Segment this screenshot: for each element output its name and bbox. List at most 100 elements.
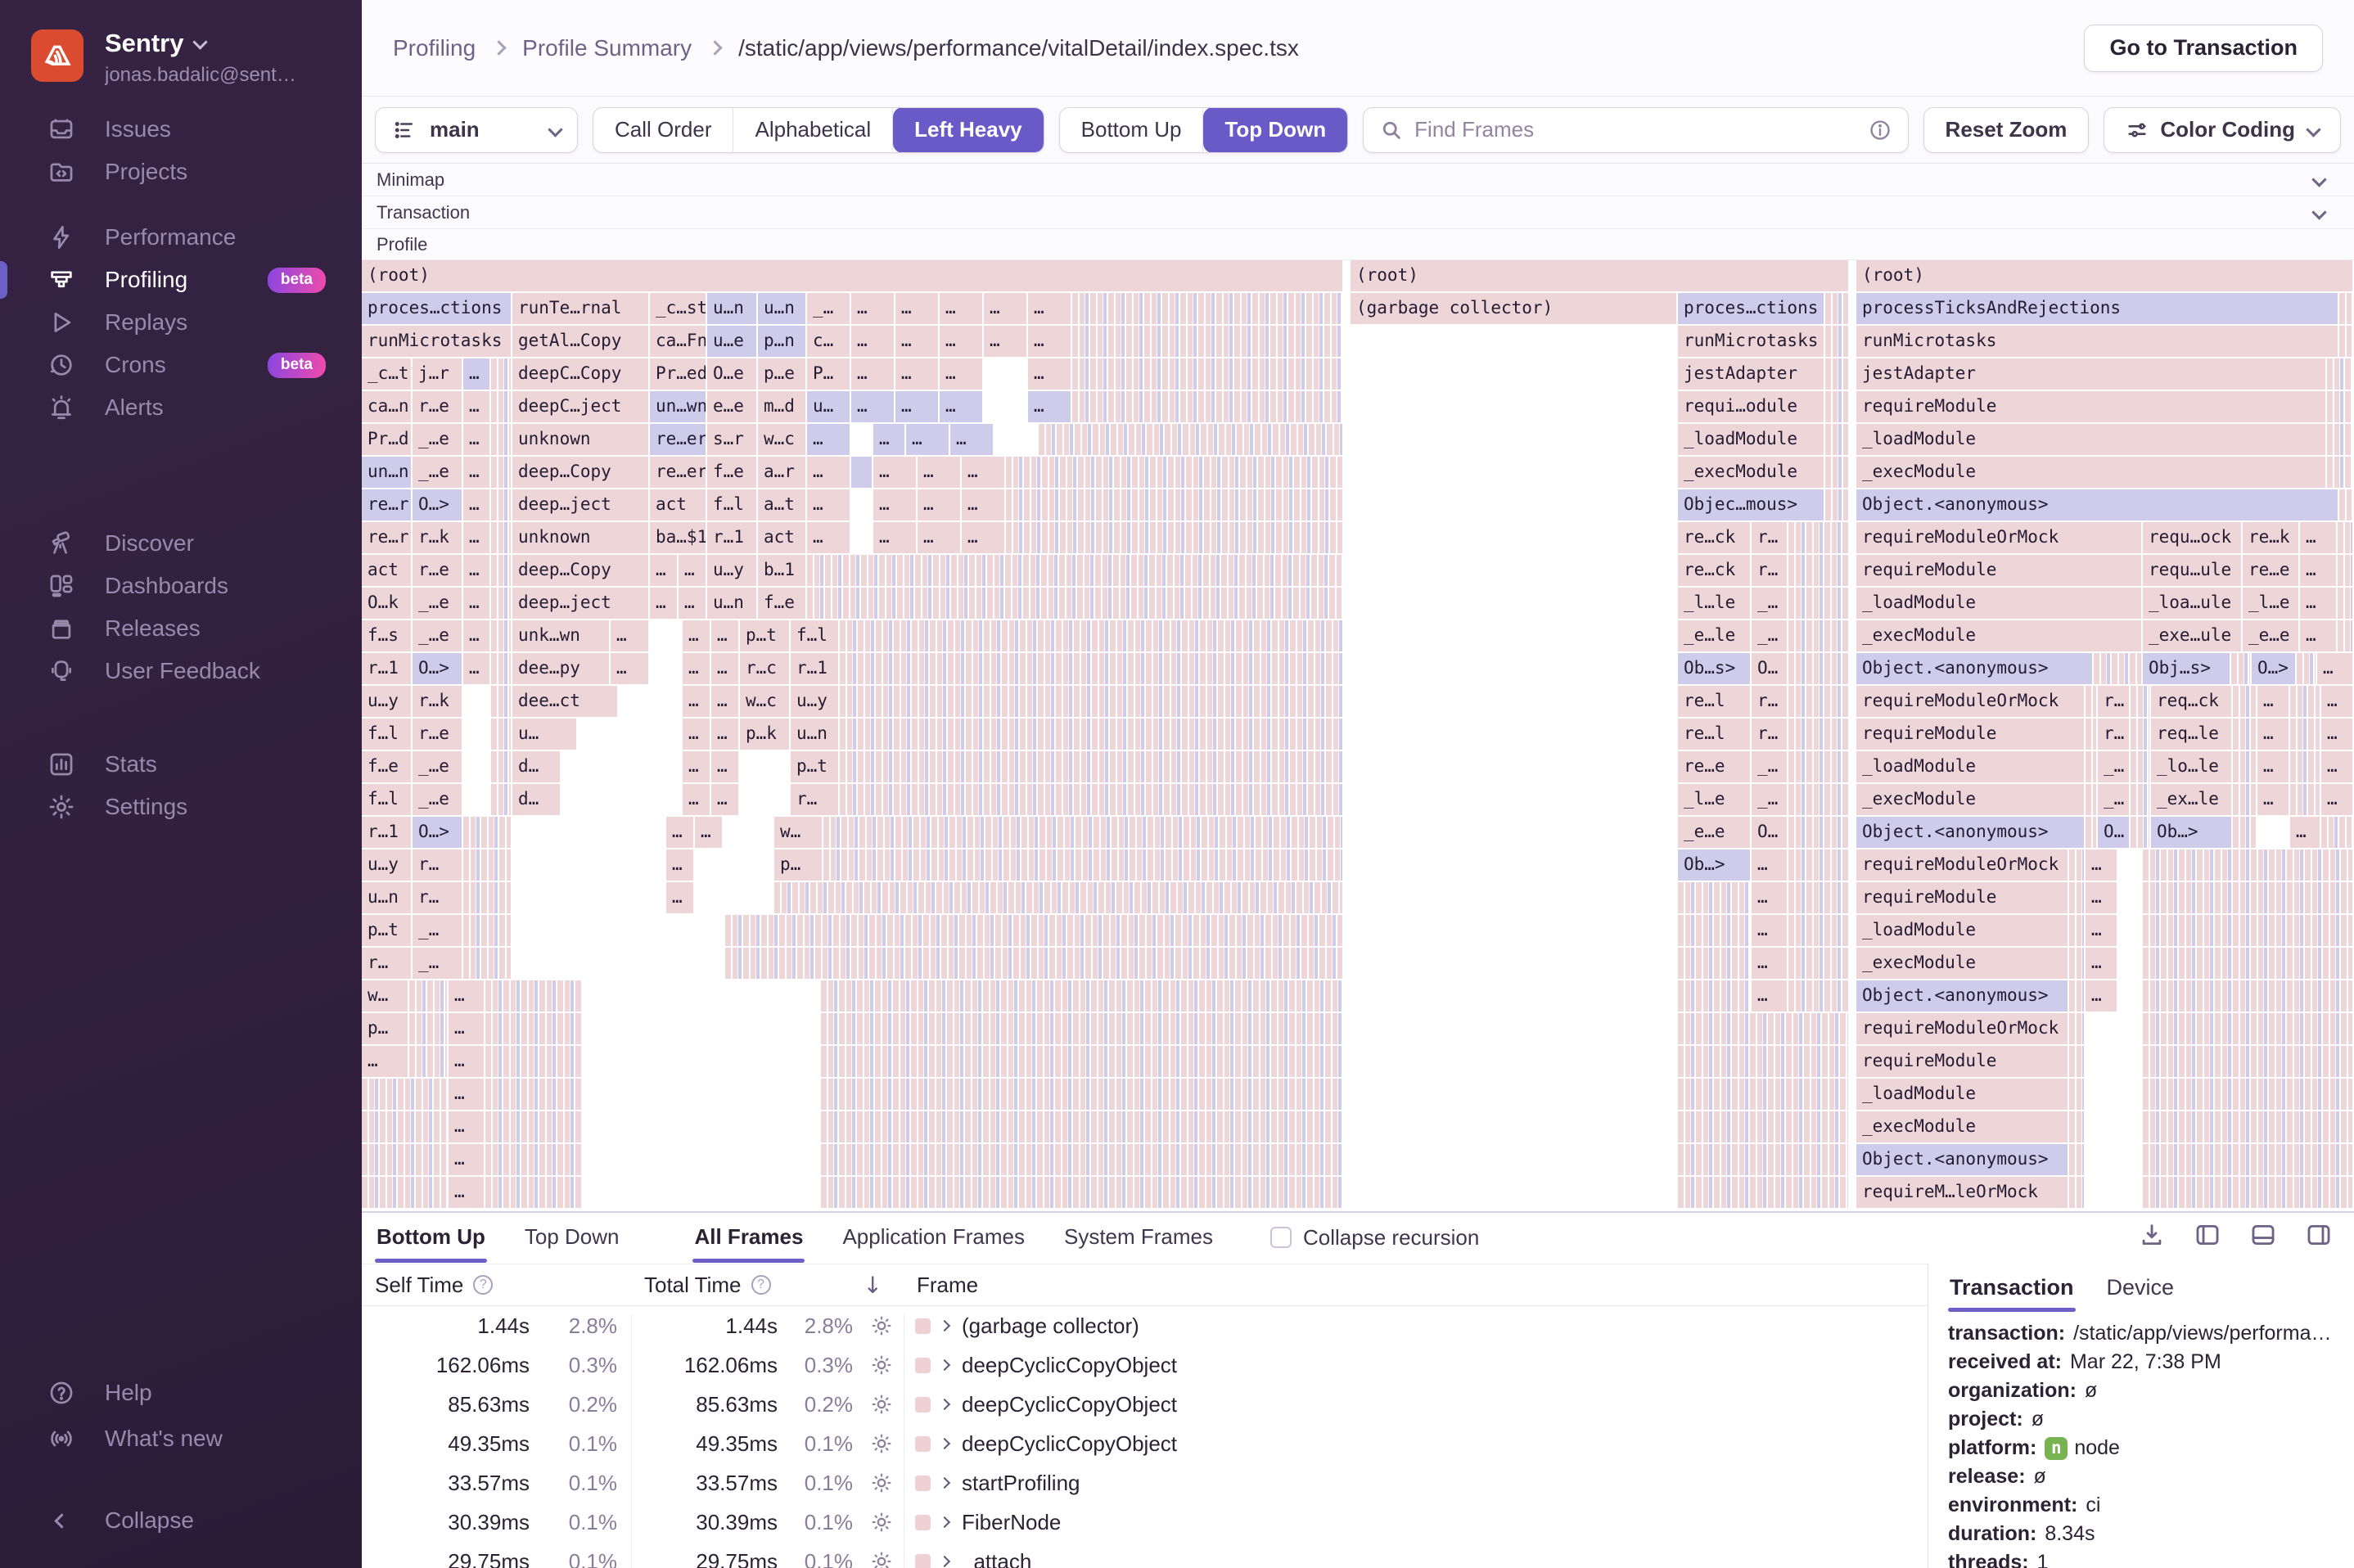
flame-frame[interactable]: Obj…s>	[2143, 653, 2230, 684]
flame-frame[interactable]: _…	[1752, 784, 1787, 815]
flame-frame[interactable]: O…e	[707, 358, 756, 390]
flame-frame[interactable]: deep…ject	[512, 489, 648, 520]
flame-frame[interactable]: r…	[2098, 719, 2129, 750]
search-info-icon[interactable]	[1869, 119, 1892, 142]
flame-frames-cluster[interactable]	[1678, 882, 1750, 913]
flame-frames-cluster[interactable]	[1072, 391, 1342, 422]
flame-frame[interactable]: …	[1752, 948, 1787, 979]
flame-frame[interactable]: deepC…Copy	[512, 358, 648, 390]
flame-frame[interactable]: _…e	[413, 620, 462, 651]
expand-chevron-icon[interactable]	[938, 1516, 951, 1529]
frame-table-row[interactable]: 30.39ms 0.1% 30.39ms 0.1% FiberNode	[362, 1503, 1928, 1542]
flame-frames-cluster[interactable]	[2297, 653, 2316, 684]
flame-frame[interactable]: u…e	[707, 326, 756, 357]
flame-frame[interactable]: …	[449, 1177, 484, 1208]
flame-frame[interactable]: requireModuleOrMock	[1856, 686, 2084, 717]
flame-frame[interactable]: d…	[512, 751, 560, 782]
flame-frames-cluster[interactable]	[840, 686, 1342, 717]
flame-frames-cluster[interactable]	[491, 391, 511, 422]
flame-frames-cluster[interactable]	[2069, 1144, 2084, 1175]
flame-frame[interactable]: re…e	[2243, 555, 2298, 586]
flame-frame[interactable]: …	[2086, 882, 2117, 913]
flame-frame[interactable]: Ob…>	[2151, 817, 2231, 848]
flame-frame[interactable]: Object.<anonymous>	[1856, 817, 2084, 848]
flame-frames-cluster[interactable]	[821, 1046, 1342, 1077]
flame-frame[interactable]: …	[962, 489, 1004, 520]
flame-frame[interactable]: …	[611, 653, 648, 684]
flame-frame[interactable]: dee…ct	[512, 686, 617, 717]
flame-frame[interactable]: w…	[362, 980, 408, 1012]
flame-frames-cluster[interactable]	[1678, 1046, 1848, 1077]
dock-bottom-icon[interactable]	[2249, 1221, 2277, 1249]
flame-frame[interactable]: …	[895, 391, 938, 422]
flame-frames-cluster[interactable]	[2069, 1177, 2084, 1208]
flame-frame[interactable]: …	[940, 358, 982, 390]
flame-frame[interactable]: f…l	[791, 620, 838, 651]
flame-frame[interactable]: …	[807, 522, 850, 553]
flame-frames-cluster[interactable]	[1825, 358, 1848, 390]
flame-frame[interactable]: _execModule	[1856, 784, 2084, 815]
flame-frame[interactable]: requireModule	[1856, 391, 2325, 422]
flame-frame[interactable]: f…e	[758, 588, 805, 619]
flame-frame[interactable]: _…	[1752, 620, 1787, 651]
flame-frames-cluster[interactable]	[1678, 1177, 1848, 1208]
sort-descending-icon[interactable]: ↓	[864, 1272, 882, 1299]
flame-frame[interactable]: …	[449, 1013, 484, 1044]
flame-frame[interactable]: …	[463, 620, 489, 651]
flame-frame[interactable]: jestAdapter	[1678, 358, 1824, 390]
flame-frames-cluster[interactable]	[821, 980, 1342, 1012]
flame-frames-cluster[interactable]	[2069, 882, 2084, 913]
flame-frame[interactable]: …	[940, 326, 982, 357]
flame-frame[interactable]: p…t	[740, 620, 789, 651]
flame-frames-cluster[interactable]	[2339, 489, 2352, 520]
flame-frame[interactable]: _loadModule	[1856, 751, 2084, 782]
flame-frame[interactable]: …	[807, 424, 850, 455]
flame-frame[interactable]: r…	[413, 882, 462, 913]
flame-frames-cluster[interactable]	[491, 457, 511, 488]
expand-chevron-icon[interactable]	[938, 1398, 951, 1411]
flame-frame[interactable]: …	[611, 620, 648, 651]
flame-frame[interactable]: f…e	[362, 751, 411, 782]
flamegraph-canvas[interactable]: (root) (root) (root) proces…ctions runTe…rna…	[362, 260, 2354, 1211]
flame-frame[interactable]: …	[2257, 751, 2289, 782]
flame-frame[interactable]: _…e	[413, 424, 462, 455]
flame-frames-cluster[interactable]	[1678, 1111, 1848, 1142]
flame-frames-cluster[interactable]	[2069, 980, 2084, 1012]
sidebar-item-what-s-new[interactable]: What's new	[0, 1416, 362, 1462]
flame-frames-cluster[interactable]	[1788, 653, 1848, 684]
flame-frames-cluster[interactable]	[1788, 588, 1848, 619]
minimap-section-row[interactable]: Minimap	[362, 164, 2354, 196]
flame-frames-cluster[interactable]	[2069, 1111, 2084, 1142]
flame-frame[interactable]: …	[2321, 784, 2352, 815]
flame-frames-cluster[interactable]	[2086, 784, 2096, 815]
flame-frame[interactable]: …	[918, 457, 960, 488]
color-coding-button[interactable]: Color Coding	[2104, 106, 2341, 153]
flame-frame[interactable]: w…	[774, 817, 822, 848]
flame-frame[interactable]: p…e	[758, 358, 805, 390]
flame-frame[interactable]: …	[449, 1111, 484, 1142]
flame-frames-cluster[interactable]	[2327, 457, 2352, 488]
flame-frame[interactable]: c…	[807, 326, 850, 357]
flame-frame[interactable]: …	[463, 588, 489, 619]
frame-options-gear-icon[interactable]	[853, 1313, 904, 1338]
flame-frames-cluster[interactable]	[1788, 686, 1848, 717]
flame-frames-cluster[interactable]	[1678, 915, 1750, 946]
flame-frame[interactable]: _…e	[413, 588, 462, 619]
flame-frames-cluster[interactable]	[1788, 948, 1848, 979]
tab-bottom-up[interactable]: Bottom Up	[375, 1214, 487, 1263]
flame-frame[interactable]: …	[1028, 293, 1071, 324]
flame-frame[interactable]: …	[666, 817, 693, 848]
flame-frame[interactable]: dee…py	[512, 653, 609, 684]
flame-frames-cluster[interactable]	[1072, 293, 1342, 324]
flame-frames-cluster[interactable]	[409, 980, 447, 1012]
flame-frame[interactable]: _l…le	[1678, 588, 1750, 619]
tab-device[interactable]: Device	[2105, 1267, 2176, 1309]
flame-frames-cluster[interactable]	[1678, 980, 1750, 1012]
flame-frames-cluster[interactable]	[485, 1144, 582, 1175]
flame-frames-cluster[interactable]	[2094, 653, 2141, 684]
flame-frame[interactable]: p…	[362, 1013, 408, 1044]
flame-frame[interactable]: _loadModule	[1856, 1079, 2068, 1110]
flame-frame[interactable]: requireModule	[1856, 882, 2068, 913]
flame-frame[interactable]: _…	[2098, 751, 2129, 782]
flame-frame[interactable]: …	[1028, 326, 1071, 357]
